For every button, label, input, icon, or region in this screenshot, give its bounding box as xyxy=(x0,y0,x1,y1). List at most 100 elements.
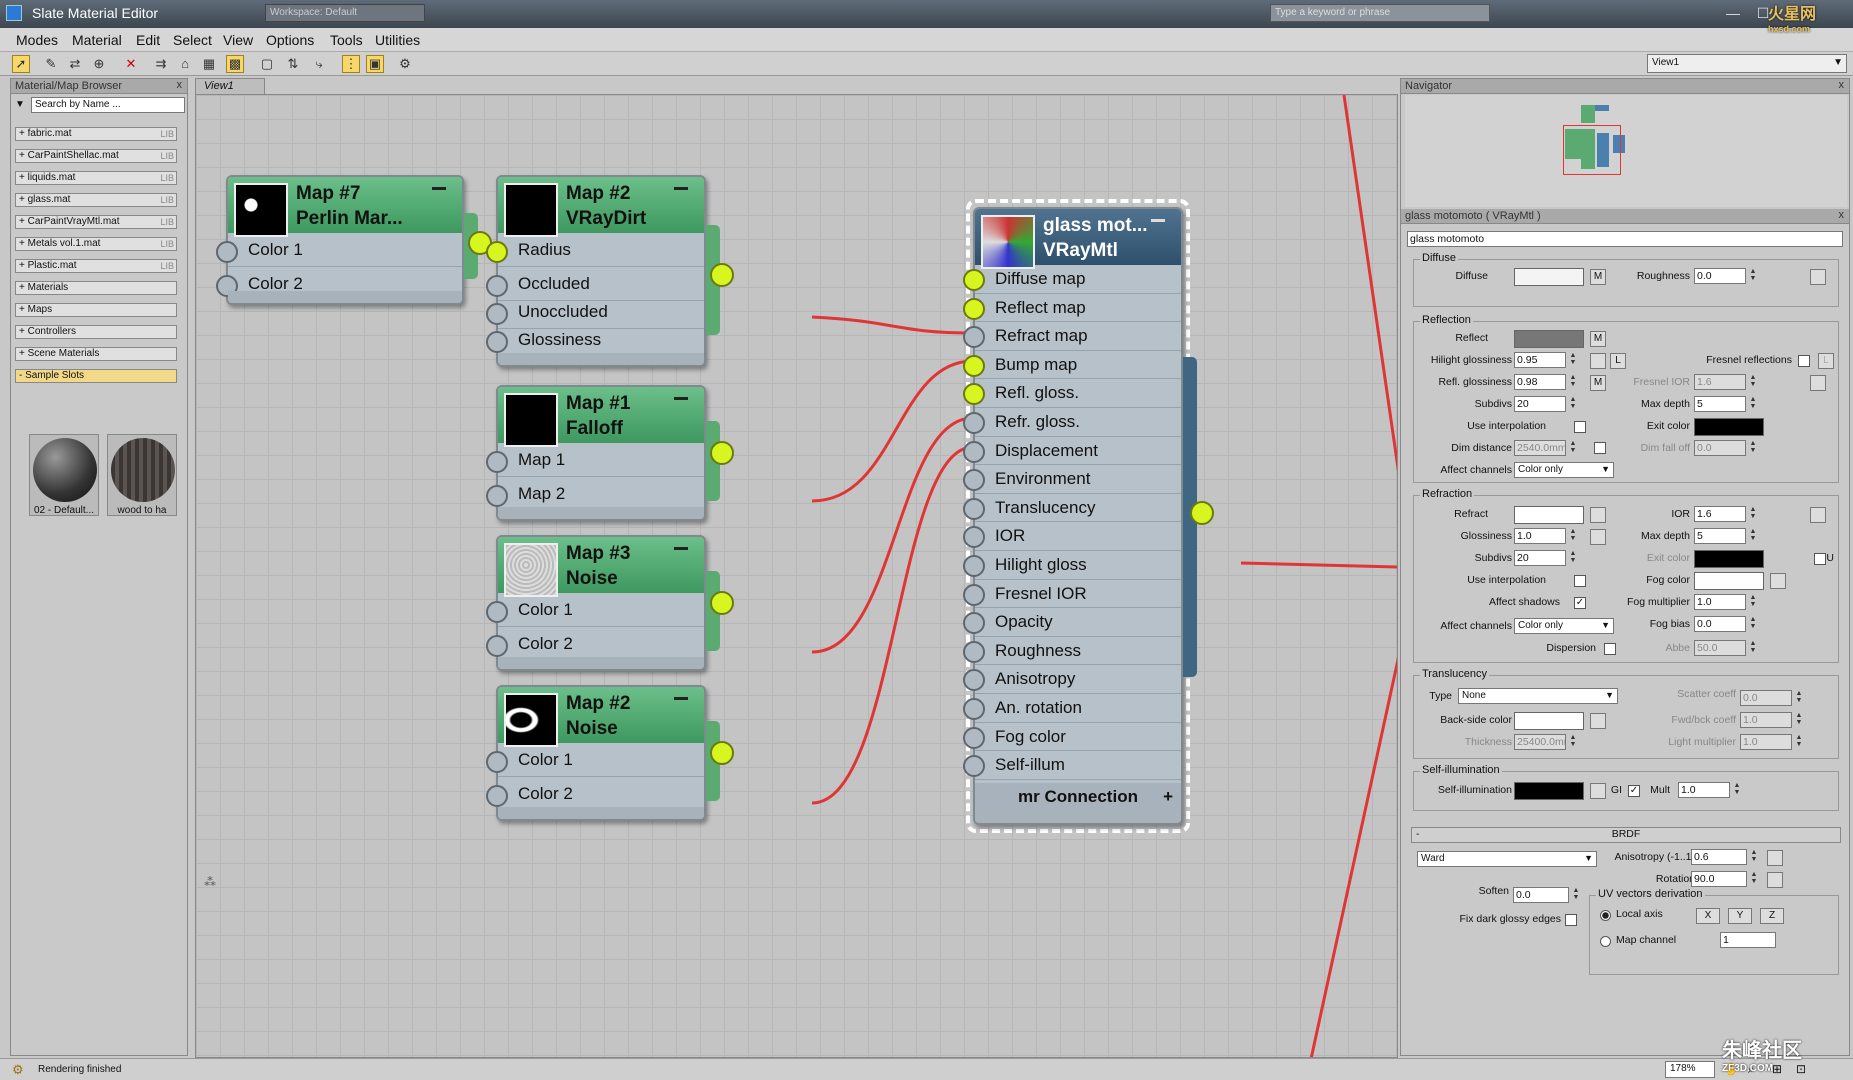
self-illum-color-swatch[interactable] xyxy=(1514,782,1584,800)
thickness-spinner[interactable]: 25400.0mm xyxy=(1514,734,1566,750)
socket-icon[interactable] xyxy=(963,354,985,377)
input-slot[interactable]: Roughness xyxy=(963,637,1181,666)
menu-edit[interactable]: Edit xyxy=(136,32,160,48)
minimize-icon[interactable] xyxy=(674,187,688,190)
fog-multiplier-spinner[interactable]: 1.0 xyxy=(1694,594,1746,610)
hilight-gloss-map-button[interactable] xyxy=(1590,353,1606,369)
move-children-icon[interactable]: ⇉ xyxy=(152,55,170,73)
socket-icon[interactable] xyxy=(963,612,985,635)
minimize-icon[interactable] xyxy=(674,547,688,550)
layout-all-icon[interactable]: ⇅ xyxy=(284,55,302,73)
translucency-type-select[interactable]: None ▼ xyxy=(1458,688,1618,704)
exit-color-checkbox[interactable] xyxy=(1814,553,1826,565)
navigator-view[interactable] xyxy=(1405,95,1847,207)
input-slot[interactable]: Reflect map xyxy=(963,294,1181,323)
socket-icon[interactable] xyxy=(486,303,508,325)
socket-icon[interactable] xyxy=(963,469,985,492)
socket-icon[interactable] xyxy=(963,526,985,549)
input-slot[interactable]: Glossiness xyxy=(486,323,704,357)
refl-gloss-spinner[interactable]: 0.98 xyxy=(1514,374,1566,390)
spinner-arrows-icon[interactable]: ▲ ▼ xyxy=(1568,440,1578,456)
preview-icon[interactable]: ⚙ xyxy=(396,55,414,73)
socket-icon[interactable] xyxy=(486,331,508,353)
dim-distance-spinner[interactable]: 2540.0mm xyxy=(1514,440,1566,456)
minimize-icon[interactable] xyxy=(432,187,446,190)
output-socket-icon[interactable] xyxy=(710,741,734,765)
spinner-arrows-icon[interactable]: ▲ ▼ xyxy=(1748,506,1758,522)
search-input[interactable]: Type a keyword or phrase xyxy=(1270,4,1490,22)
axis-x-button[interactable]: X xyxy=(1696,908,1720,924)
ior-spinner[interactable]: 1.6 xyxy=(1694,506,1746,522)
socket-icon[interactable] xyxy=(963,555,985,577)
max-depth-spinner[interactable]: 5 xyxy=(1694,396,1746,412)
spinner-arrows-icon[interactable]: ▲ ▼ xyxy=(1748,594,1758,610)
fog-color-map-button[interactable] xyxy=(1770,573,1786,589)
socket-icon[interactable] xyxy=(486,451,508,473)
menu-view[interactable]: View xyxy=(223,32,253,48)
close-icon[interactable]: x xyxy=(1839,209,1845,221)
socket-icon[interactable] xyxy=(486,751,508,773)
spinner-arrows-icon[interactable]: ▲ ▼ xyxy=(1794,712,1804,728)
put-material-icon[interactable]: ⇄ xyxy=(66,55,84,73)
self-illum-map-button[interactable] xyxy=(1590,783,1606,799)
node-map7-perlin[interactable]: Map #7 Perlin Mar... Color 1 Color 2 xyxy=(216,175,464,305)
background-icon[interactable]: ▩ xyxy=(226,55,244,73)
input-slot[interactable]: Fog color xyxy=(963,723,1181,752)
close-icon[interactable]: x xyxy=(177,79,183,91)
refl-gloss-map-button[interactable]: M xyxy=(1590,375,1606,391)
output-socket-icon[interactable] xyxy=(710,441,734,465)
node-map2-noise[interactable]: Map #2 Noise Color 1 Color 2 xyxy=(486,685,706,821)
use-interpolation-checkbox[interactable] xyxy=(1574,421,1586,433)
node-map3-noise[interactable]: Map #3 Noise Color 1 Color 2 xyxy=(486,535,706,671)
socket-icon[interactable] xyxy=(486,275,508,297)
socket-icon[interactable] xyxy=(963,726,985,749)
affect-shadows-checkbox[interactable]: ✓ xyxy=(1574,597,1586,609)
delete-icon[interactable]: ✕ xyxy=(122,55,140,73)
library-item[interactable]: + Controllers xyxy=(15,325,177,339)
browser-search-input[interactable]: Search by Name ... xyxy=(31,97,185,113)
spinner-arrows-icon[interactable]: ▲ ▼ xyxy=(1568,396,1578,412)
lock-button[interactable]: L xyxy=(1610,353,1626,369)
input-slot[interactable]: Displacement xyxy=(963,437,1181,466)
refract-color-swatch[interactable] xyxy=(1514,506,1584,524)
node-map1-falloff[interactable]: Map #1 Falloff Map 1 Map 2 xyxy=(486,385,706,521)
input-slot[interactable]: Color 1 xyxy=(216,233,462,267)
menu-utilities[interactable]: Utilities xyxy=(375,32,420,48)
library-item[interactable]: + Scene Materials xyxy=(15,347,177,361)
fresnel-reflections-checkbox[interactable] xyxy=(1798,355,1810,367)
map-channel-radio[interactable] xyxy=(1600,936,1611,947)
socket-icon[interactable] xyxy=(486,485,508,507)
library-item[interactable]: + fabric.mat LIB xyxy=(15,127,177,141)
refr-use-interpolation-checkbox[interactable] xyxy=(1574,575,1586,587)
input-slot[interactable]: Opacity xyxy=(963,608,1181,637)
node-view[interactable]: Map #7 Perlin Mar... Color 1 Color 2 Map… xyxy=(195,94,1398,1058)
socket-icon[interactable] xyxy=(963,497,985,520)
spinner-arrows-icon[interactable]: ▲ ▼ xyxy=(1748,268,1758,284)
refr-subdivs-spinner[interactable]: 20 xyxy=(1514,550,1566,566)
show-map-icon[interactable]: ▢ xyxy=(258,55,276,73)
gi-checkbox[interactable]: ✓ xyxy=(1628,785,1640,797)
axis-z-button[interactable]: Z xyxy=(1760,908,1784,924)
menu-select[interactable]: Select xyxy=(173,32,212,48)
spinner-arrows-icon[interactable]: ▲ ▼ xyxy=(1748,440,1758,456)
input-slot[interactable]: Radius xyxy=(486,233,704,267)
backside-color-swatch[interactable] xyxy=(1514,712,1584,730)
minimize-icon[interactable] xyxy=(1151,219,1165,222)
output-socket-icon[interactable] xyxy=(710,263,734,287)
input-slot[interactable]: Color 1 xyxy=(486,743,704,777)
hide-icon[interactable]: ⌂ xyxy=(176,55,194,73)
socket-icon[interactable] xyxy=(963,583,985,606)
layout-children-icon[interactable]: ⤷ xyxy=(310,55,328,73)
library-item[interactable]: + Plastic.mat LIB xyxy=(15,259,177,273)
glossiness-spinner[interactable]: 1.0 xyxy=(1514,528,1566,544)
fwdbck-coeff-spinner[interactable]: 1.0 xyxy=(1740,712,1792,728)
output-socket-icon[interactable] xyxy=(710,591,734,615)
refract-map-button[interactable] xyxy=(1590,507,1606,523)
input-slot[interactable]: An. rotation xyxy=(963,694,1181,723)
input-slot[interactable]: Fresnel IOR xyxy=(963,580,1181,609)
socket-icon[interactable] xyxy=(963,755,985,778)
spinner-arrows-icon[interactable]: ▲ ▼ xyxy=(1748,374,1758,390)
hilight-gloss-spinner[interactable]: 0.95 xyxy=(1514,352,1566,368)
socket-icon[interactable] xyxy=(963,440,985,463)
spinner-arrows-icon[interactable]: ▲ ▼ xyxy=(1568,352,1578,368)
